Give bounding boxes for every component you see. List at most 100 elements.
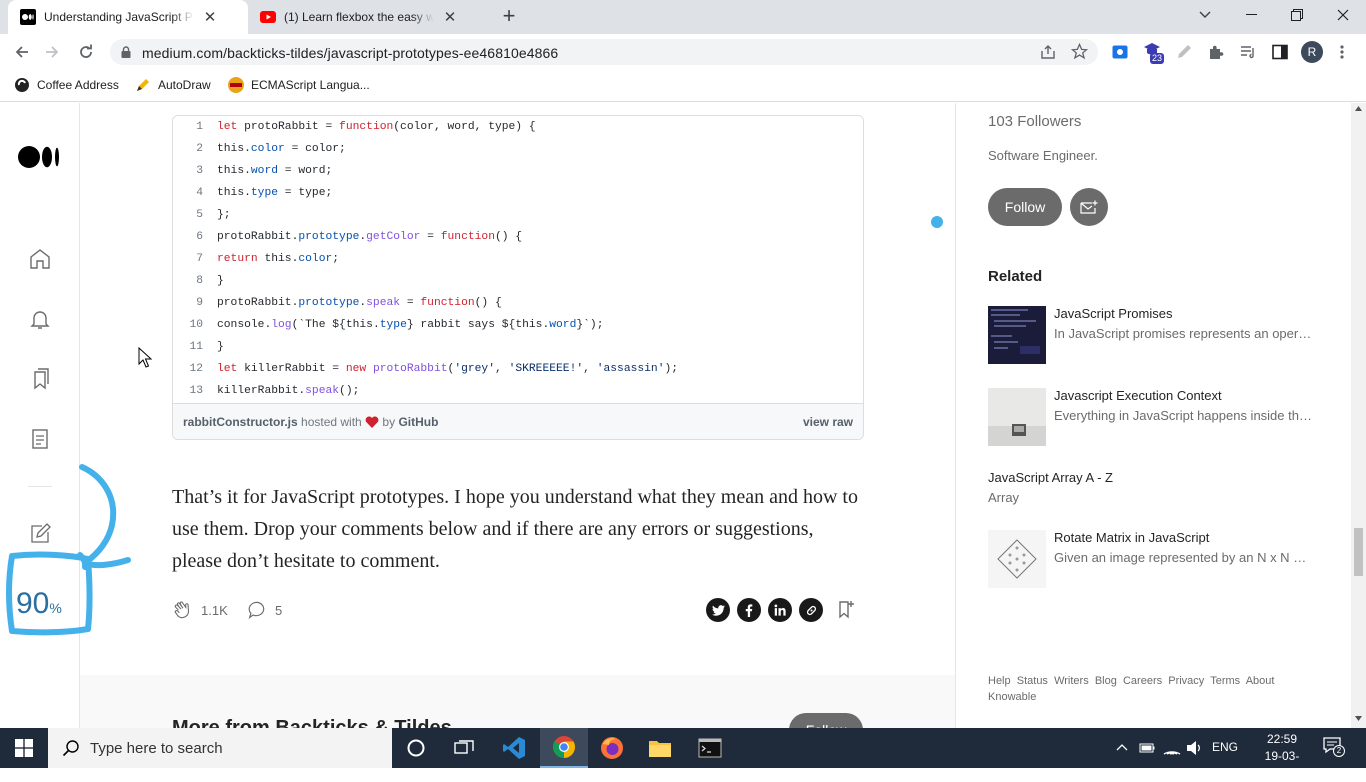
scroll-down-arrow-icon[interactable] (1355, 716, 1362, 721)
related-title[interactable]: JavaScript Array A - Z (988, 470, 1113, 485)
more-vert-icon[interactable] (1339, 44, 1345, 60)
wifi-icon[interactable] (1163, 740, 1181, 756)
code-token: this (217, 143, 245, 155)
pencil-icon[interactable] (1176, 44, 1192, 60)
related-item[interactable]: Rotate Matrix in JavaScript Given an ima… (988, 530, 1318, 588)
lock-icon[interactable] (121, 46, 131, 58)
related-item[interactable]: JavaScript Promises In JavaScript promis… (988, 306, 1318, 364)
subscribe-email-button[interactable] (1070, 188, 1108, 226)
stories-icon[interactable] (28, 427, 52, 451)
reload-button[interactable] (72, 38, 100, 66)
code-token: return (217, 253, 258, 265)
tab-medium[interactable]: Understanding JavaScript Prototypes ✕ (8, 0, 248, 34)
task-view-button[interactable] (440, 728, 488, 768)
share-icon[interactable] (1040, 44, 1056, 60)
more-from-follow-button[interactable]: Follow (789, 713, 863, 728)
forward-button[interactable] (38, 38, 66, 66)
footer-link-about[interactable]: About (1246, 675, 1275, 687)
ecma-icon (228, 77, 244, 93)
taskbar-clock[interactable]: 22:59 19-03-2022 (1252, 731, 1312, 782)
gist-line-number: 1 (196, 121, 203, 133)
bookmarks-icon[interactable] (28, 367, 52, 391)
save-bookmark-icon[interactable] (837, 599, 855, 619)
extension-with-badge[interactable]: 23 (1143, 42, 1169, 66)
clock-time: 22:59 (1266, 732, 1298, 746)
vscode-icon (503, 737, 525, 759)
taskbar-vscode[interactable] (490, 728, 538, 768)
footer-link-status[interactable]: Status (1017, 675, 1048, 687)
code-token: 'SKREEEEE!' (508, 363, 584, 375)
code-token: killerRabbit (217, 385, 299, 397)
related-title[interactable]: Javascript Execution Context (1054, 388, 1222, 403)
page-scrollbar[interactable] (1351, 103, 1366, 728)
related-description: In JavaScript promises represents an ope… (1054, 326, 1316, 341)
show-hidden-icons-chevron-icon[interactable] (1116, 743, 1128, 751)
clap-button[interactable]: 1.1K (172, 598, 228, 622)
extensions-puzzle-icon[interactable] (1208, 44, 1224, 60)
close-tab-icon[interactable]: ✕ (442, 8, 458, 26)
code-token: type (250, 187, 279, 199)
tab-search-button[interactable] (1182, 0, 1228, 30)
star-icon[interactable] (1071, 43, 1088, 60)
gist-line-number: 13 (189, 385, 203, 397)
notifications-bell-icon[interactable] (28, 307, 52, 331)
code-token: this. (257, 253, 299, 265)
bookmark-ecmascript[interactable]: ECMAScript Langua... (228, 76, 370, 94)
followers-count[interactable]: 103 Followers (988, 113, 1081, 130)
back-button[interactable] (8, 38, 36, 66)
footer-link-blog[interactable]: Blog (1095, 675, 1117, 687)
cortana-button[interactable] (392, 728, 440, 768)
reload-icon (80, 44, 92, 58)
close-tab-icon[interactable]: ✕ (202, 8, 218, 26)
gist-github-link[interactable]: GitHub (398, 415, 438, 429)
footer-link-careers[interactable]: Careers (1123, 675, 1162, 687)
input-language[interactable]: ENG (1212, 740, 1238, 754)
restore-button[interactable] (1274, 0, 1320, 30)
profile-avatar[interactable]: R (1301, 41, 1323, 63)
view-raw-link[interactable]: view raw (803, 415, 853, 429)
footer-link-privacy[interactable]: Privacy (1168, 675, 1204, 687)
action-center-button[interactable]: 2 (1322, 736, 1346, 760)
code-token: . (244, 143, 251, 155)
comments-button[interactable]: 5 (248, 598, 282, 622)
taskbar-firefox[interactable] (588, 728, 636, 768)
related-item[interactable]: Javascript Execution Context Everything … (988, 388, 1318, 446)
footer-link-help[interactable]: Help (988, 675, 1011, 687)
scroll-up-arrow-icon[interactable] (1355, 106, 1362, 111)
share-twitter-button[interactable] (706, 598, 730, 622)
link-icon (806, 605, 816, 615)
screen-capture-icon[interactable] (1112, 45, 1128, 59)
follow-button[interactable]: Follow (988, 188, 1062, 226)
side-panel-icon[interactable] (1272, 44, 1288, 60)
gist-code: 1 let protoRabbit = function(color, word,… (173, 116, 863, 403)
battery-icon[interactable] (1139, 741, 1155, 755)
taskbar-terminal[interactable] (686, 728, 734, 768)
tab-youtube[interactable]: (1) Learn flexbox the easy way - YouTube… (248, 0, 488, 34)
footer-link-writers[interactable]: Writers (1054, 675, 1089, 687)
bookmark-autodraw[interactable]: AutoDraw (135, 76, 211, 94)
medium-logo[interactable] (18, 145, 62, 169)
minimize-button[interactable] (1228, 0, 1274, 30)
bookmark-coffee-address[interactable]: Coffee Address (14, 76, 119, 94)
copy-link-button[interactable] (799, 598, 823, 622)
taskbar-search-box[interactable]: Type here to search (48, 728, 392, 768)
code-token: word (250, 165, 279, 177)
close-window-button[interactable] (1320, 0, 1366, 30)
taskbar-file-explorer[interactable] (636, 728, 684, 768)
media-queue-icon[interactable] (1240, 44, 1256, 60)
share-facebook-button[interactable] (737, 598, 761, 622)
related-title[interactable]: Rotate Matrix in JavaScript (1054, 530, 1209, 545)
footer-link-terms[interactable]: Terms (1210, 675, 1240, 687)
home-icon[interactable] (28, 247, 52, 271)
scrollbar-thumb[interactable] (1354, 528, 1363, 576)
start-button[interactable] (0, 728, 48, 768)
related-title[interactable]: JavaScript Promises (1054, 306, 1172, 321)
share-linkedin-button[interactable] (768, 598, 792, 622)
footer-link-knowable[interactable]: Knowable (988, 691, 1036, 703)
volume-icon[interactable] (1186, 740, 1204, 756)
related-item[interactable]: JavaScript Array A - Z Array (988, 470, 1318, 510)
taskbar-chrome[interactable] (540, 728, 588, 768)
new-tab-button[interactable]: + (498, 5, 520, 28)
gist-filename[interactable]: rabbitConstructor.js (183, 415, 298, 429)
related-description: Everything in JavaScript happens inside … (1054, 408, 1316, 423)
